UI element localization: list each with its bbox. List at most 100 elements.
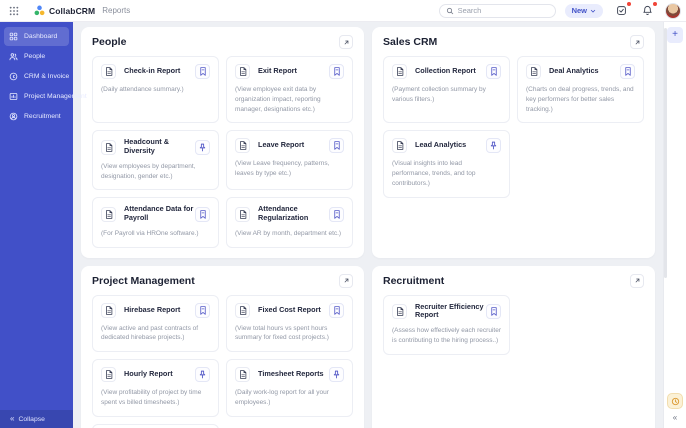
report-card-description: (View profitability of project by time s… (101, 389, 202, 406)
file-icon (235, 64, 250, 79)
file-icon (392, 64, 407, 79)
bookmark-icon[interactable] (329, 206, 344, 222)
report-card-title: Exit Report (258, 66, 297, 76)
report-card[interactable]: Attendance Regularization (View AR by mo… (226, 197, 353, 248)
sidebar-item-crm-invoice[interactable]: CRM & Invoice (4, 67, 69, 86)
report-section: People Check-in Report (Daily attendance… (81, 27, 364, 258)
search-box[interactable] (438, 3, 556, 18)
pin-icon[interactable] (195, 139, 210, 155)
report-card-title: Hirebase Report (124, 304, 181, 314)
report-card[interactable]: Hourly Report (View profitability of pro… (92, 359, 219, 417)
file-icon (101, 367, 116, 382)
file-icon (392, 138, 407, 154)
project-icon (9, 92, 18, 101)
expand-section-button[interactable] (630, 273, 644, 288)
file-icon (526, 64, 541, 79)
rail-bottom: « (667, 393, 683, 422)
right-rail: + « (663, 22, 686, 428)
collabcrm-logo-icon[interactable] (34, 5, 45, 16)
messages-icon[interactable] (614, 2, 631, 18)
report-card[interactable]: Headcount & Diversity (View employees by… (92, 130, 219, 191)
reports-content: People Check-in Report (Daily attendance… (73, 22, 663, 428)
bookmark-icon[interactable] (486, 303, 501, 319)
report-card-description: (View active and past contracts of dedic… (101, 324, 199, 342)
bookmark-icon[interactable] (195, 64, 210, 79)
clock-icon (671, 397, 679, 405)
bookmark-icon[interactable] (486, 64, 501, 79)
file-icon (101, 302, 116, 318)
dashboard-icon (9, 32, 18, 41)
sidebar-collapse-button[interactable]: « Collapse (0, 410, 73, 428)
bookmark-icon[interactable] (620, 64, 635, 79)
expand-section-button[interactable] (339, 273, 353, 288)
sidebar-item-project-management[interactable]: Project Management (4, 87, 87, 106)
report-card-description: (For Payroll via HROne software.) (101, 229, 199, 237)
bookmark-icon[interactable] (195, 302, 210, 318)
report-card[interactable]: Deal Analytics (Charts on deal progress,… (517, 56, 644, 124)
report-card[interactable]: Hirebase Report (View active and past co… (92, 294, 219, 352)
expand-arrow-icon (635, 278, 639, 283)
recruitment-icon (9, 112, 18, 121)
report-card[interactable]: Timespent Report (View resource-wise tot… (92, 423, 219, 428)
report-card[interactable]: Lead Analytics (Visual insights into lea… (383, 130, 510, 198)
rail-collapse-icon[interactable]: « (673, 414, 677, 422)
report-card-description: (View Leave frequency, patterns, leaves … (235, 160, 330, 177)
sidebar-item-dashboard[interactable]: Dashboard (4, 27, 69, 46)
add-widget-button[interactable]: + (667, 27, 683, 43)
pin-icon[interactable] (329, 367, 344, 382)
file-icon (235, 138, 250, 154)
report-card-title: Collection Report (415, 66, 476, 76)
report-card-title: Fixed Cost Report (258, 304, 321, 314)
report-card[interactable]: Timesheet Reports (Daily work-log report… (226, 359, 353, 417)
file-icon (101, 139, 116, 155)
section-title: Recruitment (383, 274, 445, 287)
user-avatar[interactable] (665, 2, 681, 19)
bell-icon[interactable] (640, 2, 657, 18)
sidebar-item-recruitment[interactable]: Recruitment (4, 107, 69, 126)
section-cards: Hirebase Report (View active and past co… (92, 294, 353, 428)
pin-icon[interactable] (486, 138, 501, 154)
report-card[interactable]: Leave Report (View Leave frequency, patt… (226, 130, 353, 191)
search-input[interactable] (457, 6, 549, 15)
section-header: People (92, 35, 353, 49)
bookmark-icon[interactable] (329, 302, 344, 318)
section-title: Project Management (92, 274, 195, 287)
expand-section-button[interactable] (630, 35, 644, 49)
bookmark-icon[interactable] (329, 64, 344, 79)
history-clock-button[interactable] (667, 393, 683, 409)
report-card[interactable]: Attendance Data for Payroll (For Payroll… (92, 197, 219, 248)
report-card-description: (View AR by month, department etc.) (235, 229, 342, 237)
sidebar-item-label: Dashboard (24, 33, 58, 40)
search-icon (446, 7, 454, 15)
report-card-title: Deal Analytics (549, 66, 599, 76)
collabcrm-app: CollabCRM Reports New (0, 0, 686, 428)
report-card[interactable]: Check-in Report (Daily attendance summar… (92, 56, 219, 124)
report-card[interactable]: Fixed Cost Report (View total hours vs s… (226, 294, 353, 352)
sidebar-item-label: People (24, 53, 46, 60)
bookmark-icon[interactable] (195, 206, 210, 222)
report-card-title: Hourly Report (124, 369, 173, 379)
expand-arrow-icon (635, 40, 639, 44)
sidebar-item-label: Project Management (24, 93, 87, 100)
report-card-description: (Visual insights into lead performance, … (392, 160, 476, 187)
report-card[interactable]: Collection Report (Payment collection su… (383, 56, 510, 124)
file-icon (101, 206, 116, 222)
expand-arrow-icon (344, 278, 348, 283)
expand-arrow-icon (344, 40, 348, 44)
brand-name: CollabCRM (49, 5, 96, 16)
bookmark-icon[interactable] (329, 138, 344, 154)
invoice-icon (9, 72, 18, 81)
collapse-label: Collapse (18, 415, 45, 423)
new-button[interactable]: New (564, 3, 603, 18)
report-card[interactable]: Exit Report (View employee exit data by … (226, 56, 353, 124)
sidebar-item-people[interactable]: People (4, 47, 69, 66)
sidebar-item-label: CRM & Invoice (24, 73, 70, 80)
expand-section-button[interactable] (339, 35, 353, 49)
scrollbar[interactable] (664, 28, 667, 278)
notification-dot (627, 2, 631, 6)
report-card[interactable]: Recruiter Efficiency Report (Assess how … (383, 294, 510, 355)
app-launcher-icon[interactable] (8, 5, 20, 17)
report-card-title: Check-in Report (124, 66, 181, 76)
pin-icon[interactable] (195, 367, 210, 382)
report-card-description: (View employees by department, designati… (101, 162, 196, 180)
